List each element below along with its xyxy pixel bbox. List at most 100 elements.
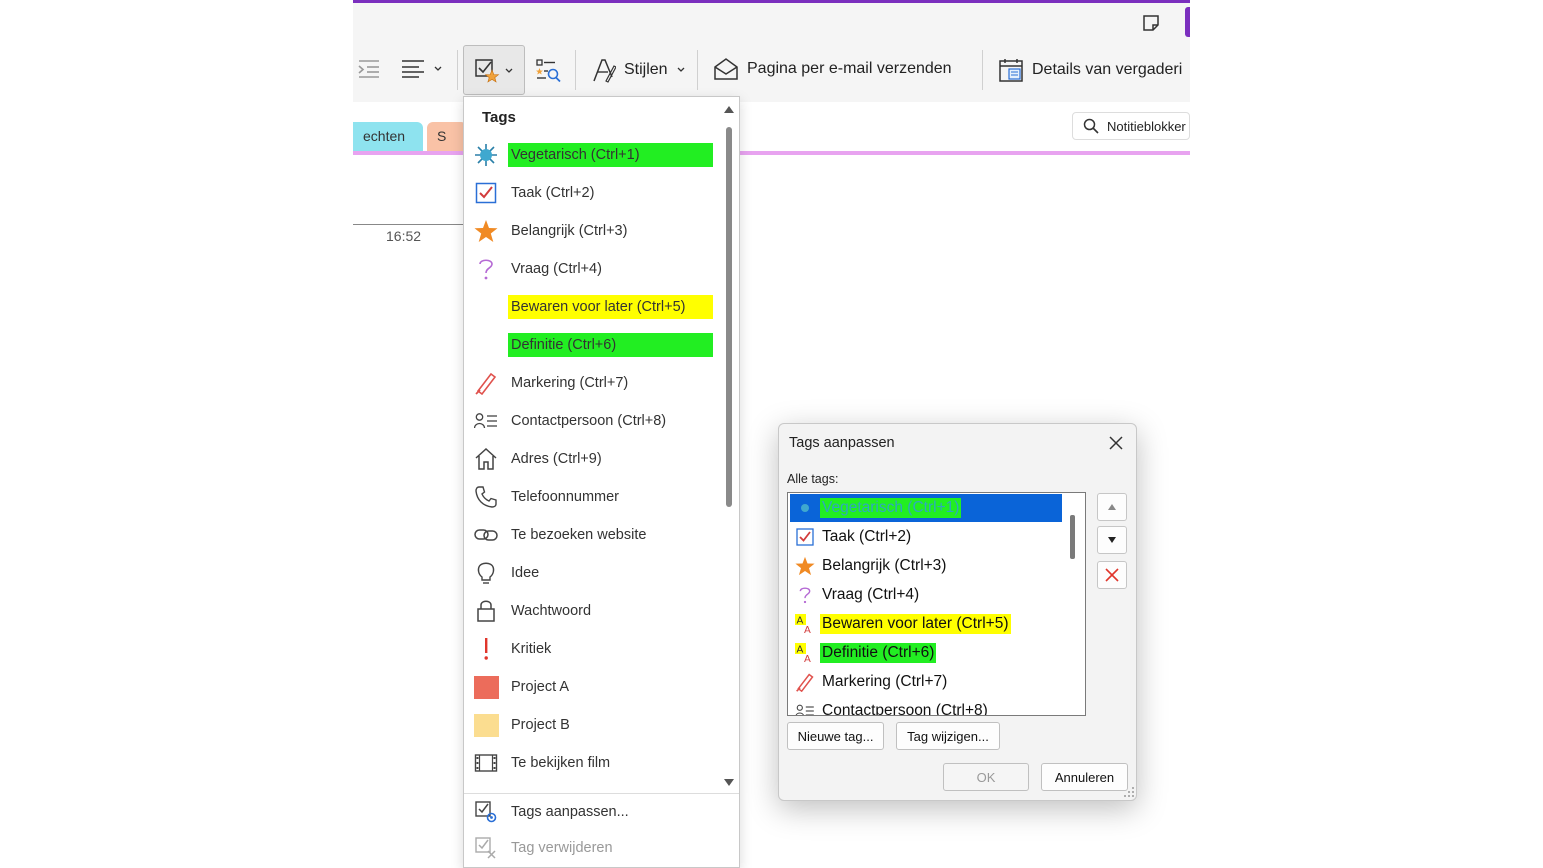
styles-button[interactable]: Stijlen	[592, 57, 686, 83]
sun-burst-icon	[475, 144, 497, 166]
new-tag-button[interactable]: Nieuwe tag...	[787, 722, 884, 750]
tag-menu-label: Taak (Ctrl+2)	[511, 185, 595, 201]
email-page-label: Pagina per e-mail verzenden	[747, 60, 952, 77]
page-time: 16:52	[386, 228, 422, 244]
all-tags-list[interactable]: Vegetarisch (Ctrl+1) Taak (Ctrl+2) Belan…	[787, 492, 1086, 716]
tag-menu-label: Wachtwoord	[511, 603, 592, 619]
remove-tag-label: Tag verwijderen	[511, 840, 613, 856]
cancel-button[interactable]: Annuleren	[1041, 763, 1128, 791]
tag-list-item-bewaren[interactable]: AA Bewaren voor later (Ctrl+5)	[790, 610, 1062, 638]
highlight-text-icon: AA	[795, 614, 811, 634]
sun-burst-icon	[801, 504, 809, 512]
indent-icon[interactable]	[357, 57, 381, 81]
tag-menu-item-website[interactable]: Te bezoeken website	[464, 516, 720, 554]
find-tags-icon[interactable]	[535, 57, 561, 83]
align-button[interactable]	[401, 57, 443, 81]
arrow-up-icon	[1108, 504, 1116, 510]
customize-tags-label: Tags aanpassen...	[511, 804, 629, 820]
scroll-up-arrow-icon[interactable]	[723, 105, 735, 115]
dialog-title: Tags aanpassen	[789, 435, 895, 451]
scrollbar-thumb[interactable]	[726, 127, 732, 507]
sticky-note-icon[interactable]	[1141, 13, 1161, 33]
ok-button[interactable]: OK	[943, 763, 1029, 791]
tag-menu-label: Definitie (Ctrl+6)	[508, 333, 713, 357]
tag-menu-item-film[interactable]: Te bekijken film	[464, 744, 720, 782]
tag-menu-label: Vegetarisch (Ctrl+1)	[508, 143, 713, 167]
tag-menu-item-wachtwoord[interactable]: Wachtwoord	[464, 592, 720, 630]
tag-menu-label: Project B	[511, 717, 570, 733]
tag-menu-item-contactpersoon[interactable]: Contactpersoon (Ctrl+8)	[464, 402, 720, 440]
tag-settings-icon	[475, 801, 497, 823]
resize-grip-icon[interactable]	[1123, 786, 1135, 798]
tag-list-item-belangrijk[interactable]: Belangrijk (Ctrl+3)	[790, 552, 1062, 580]
tag-menu-label: Kritiek	[511, 641, 552, 657]
tag-list-item-taak[interactable]: Taak (Ctrl+2)	[790, 523, 1062, 551]
tags-menu-scrollbar[interactable]	[721, 105, 737, 789]
tag-menu-item-taak[interactable]: Taak (Ctrl+2)	[464, 174, 720, 212]
phone-icon	[475, 486, 497, 508]
yellow-square-icon	[473, 713, 499, 737]
tag-menu-label: Te bekijken film	[511, 755, 611, 771]
section-tab-label: echten	[363, 128, 406, 144]
question-mark-icon	[799, 587, 811, 604]
customize-tags-menu-item[interactable]: Tags aanpassen...	[464, 794, 739, 830]
tag-menu-item-project-b[interactable]: Project B	[464, 706, 720, 744]
tag-menu-item-belangrijk[interactable]: Belangrijk (Ctrl+3)	[464, 212, 720, 250]
tag-list-label: Belangrijk (Ctrl+3)	[822, 557, 947, 574]
tag-menu-item-idee[interactable]: Idee	[464, 554, 720, 592]
tag-menu-label: Contactpersoon (Ctrl+8)	[511, 413, 667, 429]
tag-list-item-vegetarisch[interactable]: Vegetarisch (Ctrl+1)	[790, 494, 1062, 522]
move-down-button[interactable]	[1097, 526, 1127, 554]
move-up-button[interactable]	[1097, 493, 1127, 521]
section-tab-label: S	[437, 128, 447, 144]
contact-card-icon	[795, 704, 814, 715]
section-tab[interactable]: S	[427, 122, 467, 152]
tag-menu-item-vegetarisch[interactable]: Vegetarisch (Ctrl+1)	[464, 136, 720, 174]
tag-menu-item-bewaren[interactable]: Bewaren voor later (Ctrl+5)	[464, 288, 720, 326]
chevron-down-icon	[434, 66, 442, 71]
svg-text:A: A	[804, 654, 811, 663]
search-label: Notitieblokker	[1107, 118, 1186, 134]
tag-menu-item-telefoon[interactable]: Telefoonnummer	[464, 478, 720, 516]
checkbox-checked-icon	[475, 182, 497, 204]
tag-menu-label: Adres (Ctrl+9)	[511, 451, 602, 467]
tag-menu-label: Te bezoeken website	[511, 527, 647, 543]
meeting-details-button[interactable]: Details van vergaderi	[998, 57, 1190, 83]
tag-list-label: Contactpersoon (Ctrl+8)	[822, 702, 988, 716]
tag-menu-label: Telefoonnummer	[511, 489, 619, 505]
tag-list-item-definitie[interactable]: AA Definitie (Ctrl+6)	[790, 639, 1062, 667]
tag-list-item-markering[interactable]: Markering (Ctrl+7)	[790, 668, 1062, 696]
search-icon	[1083, 118, 1099, 134]
tag-menu-item-markering[interactable]: Markering (Ctrl+7)	[464, 364, 720, 402]
tag-menu-label: Markering (Ctrl+7)	[511, 375, 629, 391]
delete-tag-button[interactable]	[1097, 561, 1127, 589]
notebook-search-box[interactable]: Notitieblokker	[1072, 112, 1190, 140]
red-square-icon	[473, 675, 499, 699]
lightbulb-icon	[477, 562, 495, 584]
all-tags-label: Alle tags:	[787, 472, 839, 486]
star-icon	[474, 220, 498, 242]
tag-menu-item-adres[interactable]: Adres (Ctrl+9)	[464, 440, 720, 478]
section-tab[interactable]: echten	[353, 122, 423, 152]
link-icon	[474, 529, 498, 541]
tag-list-item-vraag[interactable]: Vraag (Ctrl+4)	[790, 581, 1062, 609]
remove-tag-menu-item[interactable]: Tag verwijderen	[464, 830, 739, 866]
tag-menu-item-kritiek[interactable]: Kritiek	[464, 630, 720, 668]
scroll-down-arrow-icon[interactable]	[723, 777, 735, 787]
question-mark-icon	[479, 259, 493, 280]
chevron-down-icon	[677, 67, 685, 72]
contact-card-icon	[474, 413, 497, 429]
tag-menu-item-definitie[interactable]: Definitie (Ctrl+6)	[464, 326, 720, 364]
arrow-down-icon	[1108, 537, 1116, 543]
chevron-down-icon	[505, 68, 513, 73]
dialog-close-button[interactable]	[1105, 432, 1127, 454]
tag-menu-item-vraag[interactable]: Vraag (Ctrl+4)	[464, 250, 720, 288]
tag-list-scrollbar-thumb[interactable]	[1070, 515, 1075, 559]
tag-menu-item-project-a[interactable]: Project A	[464, 668, 720, 706]
tag-menu-label: Vraag (Ctrl+4)	[511, 261, 602, 277]
tag-list-label: Vraag (Ctrl+4)	[822, 586, 920, 603]
tag-list-item-contactpersoon[interactable]: Contactpersoon (Ctrl+8)	[790, 697, 1062, 716]
email-page-button[interactable]: Pagina per e-mail verzenden	[713, 57, 952, 81]
tags-button[interactable]	[463, 45, 525, 95]
edit-tag-button[interactable]: Tag wijzigen...	[896, 722, 1000, 750]
